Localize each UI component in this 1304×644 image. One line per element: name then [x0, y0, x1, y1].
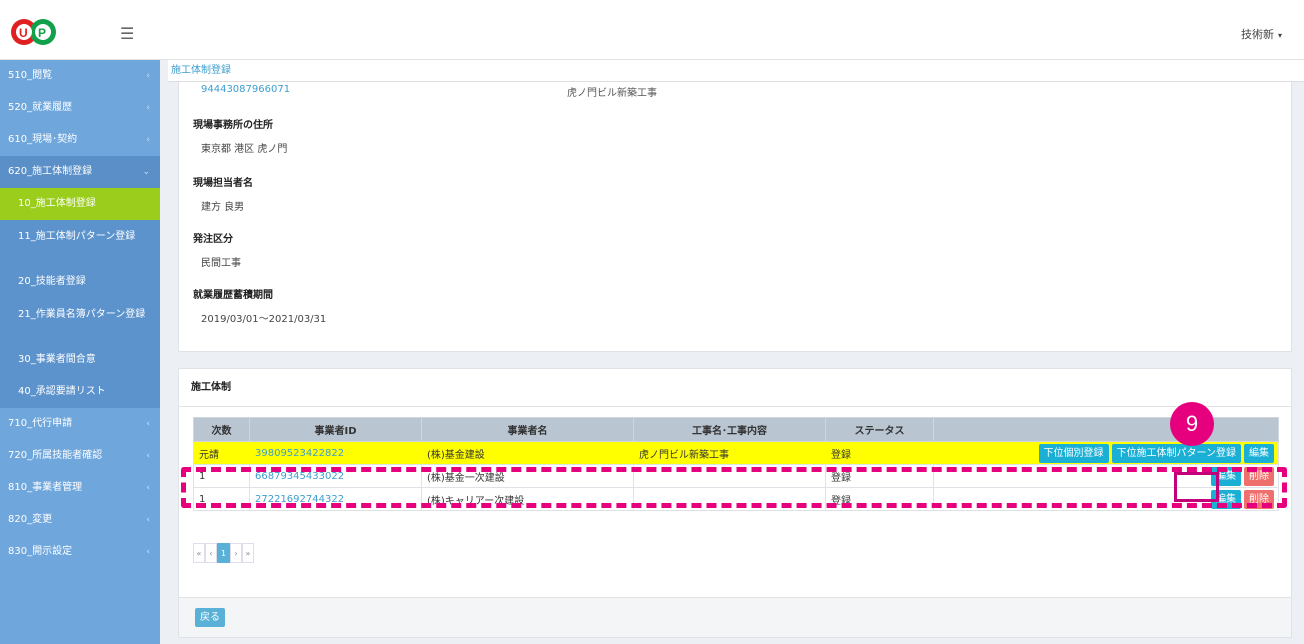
- cell-company-name: (株)基金建設: [421, 441, 634, 465]
- pager-prev-button[interactable]: ‹: [205, 543, 217, 563]
- sidebar-item-label: 30_事業者間合意: [18, 354, 96, 365]
- chevron-left-icon: ‹: [146, 483, 150, 493]
- chevron-left-icon: ‹: [146, 451, 150, 461]
- sidebar-item-label: 40_承認要請リスト: [18, 386, 106, 397]
- field-value-manager: 建方 良男: [201, 202, 245, 213]
- field-value-period: 2019/03/01～2021/03/31: [201, 314, 327, 325]
- column-header-work: 工事名･工事内容: [633, 417, 826, 442]
- sidebar-item-label: 710_代行申請: [8, 418, 73, 429]
- cell-company-id-link[interactable]: 39809523422822: [249, 441, 422, 465]
- pager-next-button[interactable]: ›: [230, 543, 242, 563]
- cell-level: 元請: [193, 441, 250, 465]
- sidebar-item-820[interactable]: 820_変更 ‹: [0, 504, 160, 536]
- sidebar-item-label: 810_事業者管理: [8, 482, 83, 493]
- sidebar-item-710[interactable]: 710_代行申請 ‹: [0, 408, 160, 440]
- menu-toggle-icon[interactable]: ☰: [120, 24, 134, 43]
- column-header-level: 次数: [193, 417, 250, 442]
- field-label-manager: 現場担当者名: [193, 178, 253, 189]
- sidebar-item-label: 11_施工体制パターン登録: [18, 231, 136, 242]
- highlight-dashed-frame: [181, 467, 1287, 508]
- chevron-left-icon: ‹: [146, 103, 150, 113]
- breadcrumb: 施工体制登録: [168, 60, 1304, 82]
- sidebar-item-620[interactable]: 620_施工体制登録 ⌄: [0, 156, 160, 188]
- svg-text:P: P: [38, 26, 46, 40]
- sidebar-item-label: 610_現場･契約: [8, 134, 78, 145]
- svg-text:U: U: [19, 26, 28, 40]
- sidebar-item-label: 520_就業履歴: [8, 102, 73, 113]
- sidebar-submenu: 10_施工体制登録 11_施工体制パターン登録 20_技能者登録 21_作業員名…: [0, 188, 160, 408]
- pagination: « ‹ 1 › »: [193, 543, 254, 563]
- column-header-status: ステータス: [825, 417, 934, 442]
- column-header-id: 事業者ID: [249, 417, 422, 442]
- top-header: U P ☰ 技術新 ▾: [0, 0, 1304, 60]
- step-number-badge: 9: [1170, 402, 1214, 446]
- sidebar-item-510[interactable]: 510_閲覧 ‹: [0, 60, 160, 92]
- sidebar-item-610[interactable]: 610_現場･契約 ‹: [0, 124, 160, 156]
- sidebar-item-label: 620_施工体制登録: [8, 166, 93, 177]
- sidebar-item-label: 510_閲覧: [8, 70, 53, 81]
- site-details-panel: 94443087966071 虎ノ門ビル新築工事 現場事務所の住所 東京都 港区…: [178, 82, 1292, 352]
- sub-pattern-register-button[interactable]: 下位施工体制パターン登録: [1111, 443, 1241, 463]
- field-label-order-type: 発注区分: [193, 234, 233, 245]
- sidebar-subitem-11[interactable]: 11_施工体制パターン登録: [0, 220, 160, 266]
- sidebar-subitem-40[interactable]: 40_承認要請リスト: [0, 376, 160, 408]
- sidebar-item-label: 820_変更: [8, 514, 53, 525]
- chevron-down-icon: ▾: [1277, 31, 1282, 40]
- sidebar-subitem-10[interactable]: 10_施工体制登録: [0, 188, 160, 220]
- edit-button[interactable]: 編集: [1244, 443, 1274, 463]
- panel-footer: 戻る: [179, 597, 1291, 637]
- field-label-address: 現場事務所の住所: [193, 120, 273, 131]
- sidebar-subitem-20[interactable]: 20_技能者登録: [0, 266, 160, 298]
- site-id-link[interactable]: 94443087966071: [201, 84, 290, 95]
- sidebar-subitem-21[interactable]: 21_作業員名簿パターン登録: [0, 298, 160, 344]
- pager-page-1[interactable]: 1: [217, 543, 230, 563]
- cell-status: 登録: [825, 441, 934, 465]
- sidebar-item-720[interactable]: 720_所属技能者確認 ‹: [0, 440, 160, 472]
- field-value-order-type: 民間工事: [201, 258, 241, 269]
- chevron-left-icon: ‹: [146, 515, 150, 525]
- chevron-down-icon: ⌄: [142, 167, 150, 177]
- cell-actions: 下位個別登録 下位施工体制パターン登録 編集: [933, 441, 1279, 465]
- chevron-left-icon: ‹: [146, 547, 150, 557]
- sidebar: 510_閲覧 ‹ 520_就業履歴 ‹ 610_現場･契約 ‹ 620_施工体制登録 ⌄…: [0, 60, 160, 644]
- sidebar-item-830[interactable]: 830_開示設定 ‹: [0, 536, 160, 568]
- sidebar-item-520[interactable]: 520_就業履歴 ‹: [0, 92, 160, 124]
- field-value-address: 東京都 港区 虎ノ門: [201, 144, 288, 155]
- main-content: 施工体制登録 94443087966071 虎ノ門ビル新築工事 現場事務所の住所…: [168, 60, 1304, 644]
- breadcrumb-current[interactable]: 施工体制登録: [171, 65, 231, 76]
- column-header-name: 事業者名: [421, 417, 634, 442]
- chevron-left-icon: ‹: [146, 135, 150, 145]
- sidebar-item-label: 10_施工体制登録: [18, 198, 96, 209]
- focus-frame: [1174, 472, 1219, 502]
- back-button[interactable]: 戻る: [195, 608, 225, 627]
- pager-last-button[interactable]: »: [242, 543, 254, 563]
- table-header-row: 次数 事業者ID 事業者名 工事名･工事内容 ステータス: [193, 417, 1279, 442]
- user-name: 技術新: [1240, 28, 1274, 41]
- pager-first-button[interactable]: «: [193, 543, 205, 563]
- sidebar-item-label: 20_技能者登録: [18, 276, 86, 287]
- chevron-left-icon: ‹: [146, 71, 150, 81]
- field-label-period: 就業履歴蓄積期間: [193, 290, 273, 301]
- sub-register-button[interactable]: 下位個別登録: [1038, 443, 1109, 463]
- table-row: 元請 39809523422822 (株)基金建設 虎ノ門ビル新築工事 登録 下…: [193, 441, 1279, 465]
- sidebar-item-label: 830_開示設定: [8, 546, 73, 557]
- site-name: 虎ノ門ビル新築工事: [567, 88, 657, 99]
- sidebar-subitem-30[interactable]: 30_事業者間合意: [0, 344, 160, 376]
- logo-icon[interactable]: U P: [10, 16, 80, 48]
- column-header-actions: [933, 417, 1279, 442]
- cell-work: 虎ノ門ビル新築工事: [633, 441, 826, 465]
- sidebar-item-label: 21_作業員名簿パターン登録: [18, 309, 146, 320]
- user-menu[interactable]: 技術新 ▾: [1241, 26, 1282, 42]
- sidebar-item-label: 720_所属技能者確認: [8, 450, 103, 461]
- structure-panel-title: 施工体制: [179, 369, 1291, 407]
- sidebar-item-810[interactable]: 810_事業者管理 ‹: [0, 472, 160, 504]
- chevron-left-icon: ‹: [146, 419, 150, 429]
